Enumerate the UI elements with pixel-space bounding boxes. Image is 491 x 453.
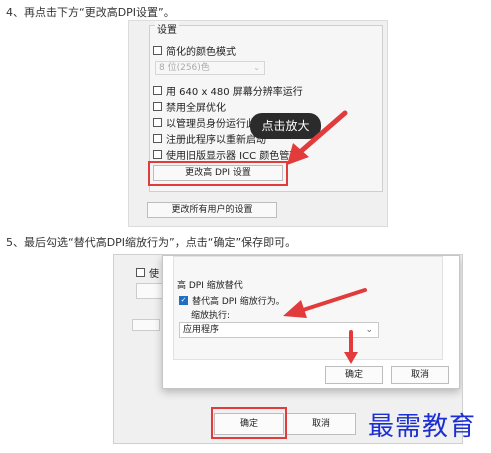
- checkbox[interactable]: [153, 102, 162, 111]
- step-5-caption: 5、最后勾选“替代高DPI缩放行为”，点击“确定”保存即可。: [6, 236, 297, 249]
- override-dpi-checkbox-row[interactable]: ✓ 替代高 DPI 缩放行为。: [179, 294, 285, 307]
- chevron-down-icon: ⌄: [365, 325, 373, 335]
- change-all-users-button[interactable]: 更改所有用户的设置: [147, 202, 277, 218]
- red-arrow-icon: [287, 110, 348, 165]
- option-640x480[interactable]: 用 640 x 480 屏幕分辨率运行: [153, 83, 303, 98]
- red-arrow-icon: [344, 330, 358, 364]
- background-checkbox[interactable]: 使: [136, 265, 159, 280]
- option-register-restart[interactable]: 注册此程序以重新启动: [153, 131, 266, 146]
- watermark-logo: 最需教育: [368, 412, 477, 442]
- option-label: 禁用全屏优化: [166, 103, 226, 114]
- checkbox[interactable]: [153, 150, 162, 159]
- override-label: 替代高 DPI 缩放行为。: [192, 297, 285, 307]
- checkbox[interactable]: [153, 134, 162, 143]
- main-cancel-button[interactable]: 取消: [286, 413, 356, 435]
- high-dpi-dialog: 高 DPI 缩放替代 ✓ 替代高 DPI 缩放行为。 缩放执行: 应用程序 ⌄ …: [162, 255, 460, 389]
- dialog-cancel-button[interactable]: 取消: [391, 366, 449, 384]
- dialog-ok-button[interactable]: 确定: [325, 366, 383, 384]
- option-label: 简化的颜色模式: [166, 47, 236, 58]
- properties-screenshot: 设置 简化的颜色模式 8 位(256)色 ⌄ 用 640 x 480 屏幕分辨率…: [128, 20, 388, 227]
- step-4-caption: 4、再点击下方“更改高DPI设置”。: [6, 6, 175, 19]
- checkmark-icon[interactable]: ✓: [179, 296, 188, 305]
- chevron-down-icon: ⌄: [253, 63, 260, 72]
- highlight-box: [211, 407, 287, 439]
- settings-group-title: 设置: [155, 21, 179, 36]
- option-label: 用 640 x 480 屏幕分辨率运行: [166, 87, 303, 98]
- option-reduced-color[interactable]: 简化的颜色模式: [153, 43, 236, 58]
- option-disable-fullscreen[interactable]: 禁用全屏优化: [153, 99, 226, 114]
- checkbox[interactable]: [136, 268, 145, 277]
- option-legacy-icc[interactable]: 使用旧版显示器 ICC 颜色管理: [153, 147, 299, 162]
- highlight-box: [148, 161, 288, 186]
- combo-value: 8 位(256)色: [159, 63, 210, 73]
- dialog-section-title: 高 DPI 缩放替代: [177, 281, 243, 291]
- background-control: [136, 283, 164, 299]
- checkbox[interactable]: [153, 46, 162, 55]
- color-mode-combo: 8 位(256)色 ⌄: [155, 61, 265, 75]
- combo-value: 应用程序: [183, 325, 220, 335]
- option-label: 使: [149, 269, 159, 280]
- performed-by-label: 缩放执行:: [191, 311, 231, 321]
- background-control: [132, 319, 160, 331]
- red-arrow-icon: [283, 288, 367, 318]
- checkbox[interactable]: [153, 86, 162, 95]
- checkbox[interactable]: [153, 118, 162, 127]
